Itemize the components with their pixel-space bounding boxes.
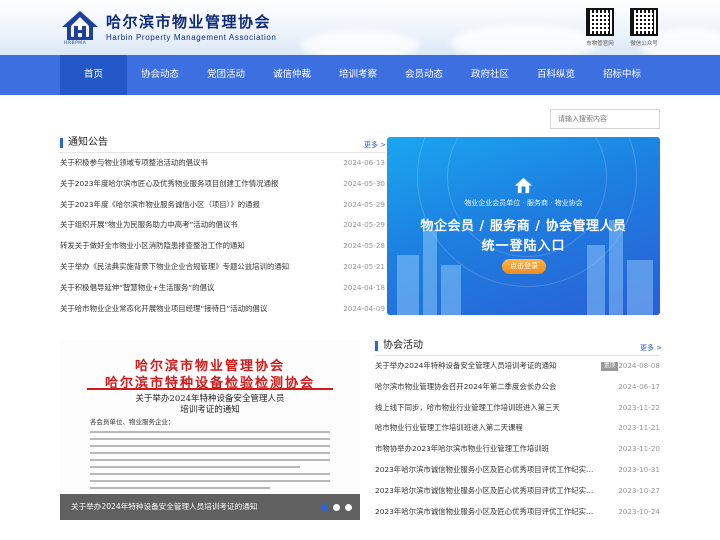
nav-item-government-community[interactable]: 政府社区 — [457, 55, 523, 95]
slide-doc-text — [90, 487, 270, 489]
notices-title: 通知公告 — [60, 138, 108, 148]
slide-dot[interactable] — [345, 504, 352, 511]
slide-doc-text — [90, 480, 330, 482]
banner-headline-2: 统一登陆入口 — [481, 239, 566, 254]
nav-item-integrity-arbitration[interactable]: 诚信仲裁 — [259, 55, 325, 95]
qr-code-icon — [630, 8, 658, 36]
logo-abbr: HRBPMA — [64, 41, 87, 46]
qr-wechat[interactable]: 微信公众号 — [628, 8, 660, 47]
slide-doc-text — [90, 438, 330, 440]
slide-doc-text — [90, 473, 330, 475]
nav-item-home[interactable]: 首页 — [60, 55, 127, 95]
nav-item-association-news[interactable]: 协会动态 — [127, 55, 193, 95]
nav-item-party-activities[interactable]: 党团活动 — [193, 55, 259, 95]
notice-item[interactable]: 转发关于做好全市物业小区消防隐患排查整治工作的通知 2024-05-28 — [60, 236, 385, 257]
nav-item-encyclopedia[interactable]: 百科纵览 — [523, 55, 589, 95]
qr-wechat-caption: 微信公众号 — [630, 41, 658, 47]
notice-item[interactable]: 关于积极参与物业领域专项整治活动的倡议书 2024-06-13 — [60, 153, 385, 174]
slide-doc-text — [90, 445, 330, 447]
slide-doc-text — [90, 459, 330, 461]
notices-list: 关于积极参与物业领域专项整治活动的倡议书 2024-06-13 关于2023年度哈… — [60, 153, 385, 319]
activity-item[interactable]: 关于举办2024年特种设备安全管理人员培训考证的通知 置顶 2024-08-08 — [375, 356, 660, 377]
notice-item[interactable]: 关于2023年度哈尔滨市匠心及优秀物业服务项目创建工作情况通报 2024-05-3… — [60, 174, 385, 195]
news-slideshow[interactable]: 哈尔滨市物业管理协会 哈尔滨市特种设备检验检测协会 关于举办2024年特种设备安… — [60, 340, 360, 520]
notice-item[interactable]: 关于哈市物业企业常态化开展物业项目经理“接待日”活动的倡议 2024-04-09 — [60, 299, 385, 320]
site-logo[interactable]: HRBPMA 哈尔滨市物业管理协会 Harbin Property Manage… — [60, 8, 276, 48]
member-login-banner[interactable]: 物业企业会员单位 · 服务商 · 物业协会 物企会员 / 服务商 / 协会管理人… — [387, 137, 660, 315]
logo-chinese-name: 哈尔滨市物业管理协会 — [106, 13, 272, 31]
slide-caption[interactable]: 关于举办2024年特种设备安全管理人员培训考证的通知 — [60, 494, 360, 520]
slide-doc-text — [90, 466, 300, 468]
notice-item[interactable]: 关于积极倡导延伸“智慧物业+生活服务”的倡议 2024-04-18 — [60, 278, 385, 299]
notice-item[interactable]: 关于2023年度《哈尔滨市物业服务诚信小区（项目）》的通报 2024-05-29 — [60, 195, 385, 216]
site-header: HRBPMA 哈尔滨市物业管理协会 Harbin Property Manage… — [0, 0, 720, 55]
login-button[interactable]: 点击登录 — [502, 259, 546, 274]
nav-item-training[interactable]: 培训考察 — [325, 55, 391, 95]
banner-subtitle: 物业企业会员单位 · 服务商 · 物业协会 — [464, 199, 583, 207]
notices-more-link[interactable]: 更多 > — [364, 140, 386, 150]
activity-item[interactable]: 哈市物业行业管理工作培训班进入第二天课程 2023-11-21 — [375, 418, 660, 439]
nav-item-bidding[interactable]: 招标中标 — [589, 55, 655, 95]
slide-red-rule — [87, 388, 333, 390]
slide-doc-text — [90, 452, 330, 454]
slide-dot[interactable] — [321, 504, 328, 511]
qr-official-site[interactable]: 市物管官网 — [584, 8, 616, 47]
logo-house-icon: HRBPMA — [60, 8, 100, 48]
activity-item[interactable]: 哈尔滨市物业管理协会召开2024年第二季度会长办公会 2024-06-17 — [375, 377, 660, 398]
banner-headline: 物企会员 / 服务商 / 协会管理人员 — [420, 219, 627, 234]
activities-list: 关于举办2024年特种设备安全管理人员培训考证的通知 置顶 2024-08-08 哈… — [375, 356, 660, 522]
notice-item[interactable]: 关于举办《民法典实施背景下物业企业合规管理》专题公益培训的通知 2024-05-2… — [60, 257, 385, 278]
qr-code-icon — [586, 8, 614, 36]
slide-doc-title-2: 培训考证的通知 — [180, 405, 240, 415]
activity-item[interactable]: 2023年哈尔滨市诚信物业服务小区及匠心优秀项目评优工作纪实… 2023-10-2… — [375, 502, 660, 523]
main-nav: 首页 协会动态 党团活动 诚信仲裁 培训考察 会员动态 政府社区 百科纵览 招标… — [0, 55, 720, 95]
activities-more-link[interactable]: 更多 > — [640, 343, 662, 353]
slide-doc-salutation: 各会员单位、物业服务企业： — [90, 418, 175, 426]
nav-item-member-news[interactable]: 会员动态 — [391, 55, 457, 95]
notice-item[interactable]: 关于组织开展“物业为民服务助力中高考”活动的倡议书 2024-05-29 — [60, 215, 385, 236]
home-icon — [514, 177, 533, 194]
activity-item[interactable]: 线上线下同步，哈市物业行业管理工作培训班进入第三天 2023-11-22 — [375, 398, 660, 419]
slide-pagination — [321, 504, 352, 511]
slide-dot[interactable] — [333, 504, 340, 511]
search-input[interactable] — [550, 109, 660, 129]
activity-item[interactable]: 2023年哈尔滨市诚信物业服务小区及匠心优秀项目评优工作纪实… 2023-10-3… — [375, 460, 660, 481]
logo-english-name: Harbin Property Management Association — [106, 33, 277, 42]
slide-doc-text — [90, 431, 330, 433]
qr-official-site-caption: 市物管官网 — [586, 41, 614, 47]
activity-item[interactable]: 市物协举办2023年哈尔滨市物业行业管理工作培训班 2023-11-20 — [375, 439, 660, 460]
activities-title: 协会活动 — [375, 341, 423, 351]
activity-item[interactable]: 2023年哈尔滨市诚信物业服务小区及匠心优秀项目评优工作纪实… 2023-10-2… — [375, 481, 660, 502]
pinned-badge: 置顶 — [600, 362, 618, 371]
